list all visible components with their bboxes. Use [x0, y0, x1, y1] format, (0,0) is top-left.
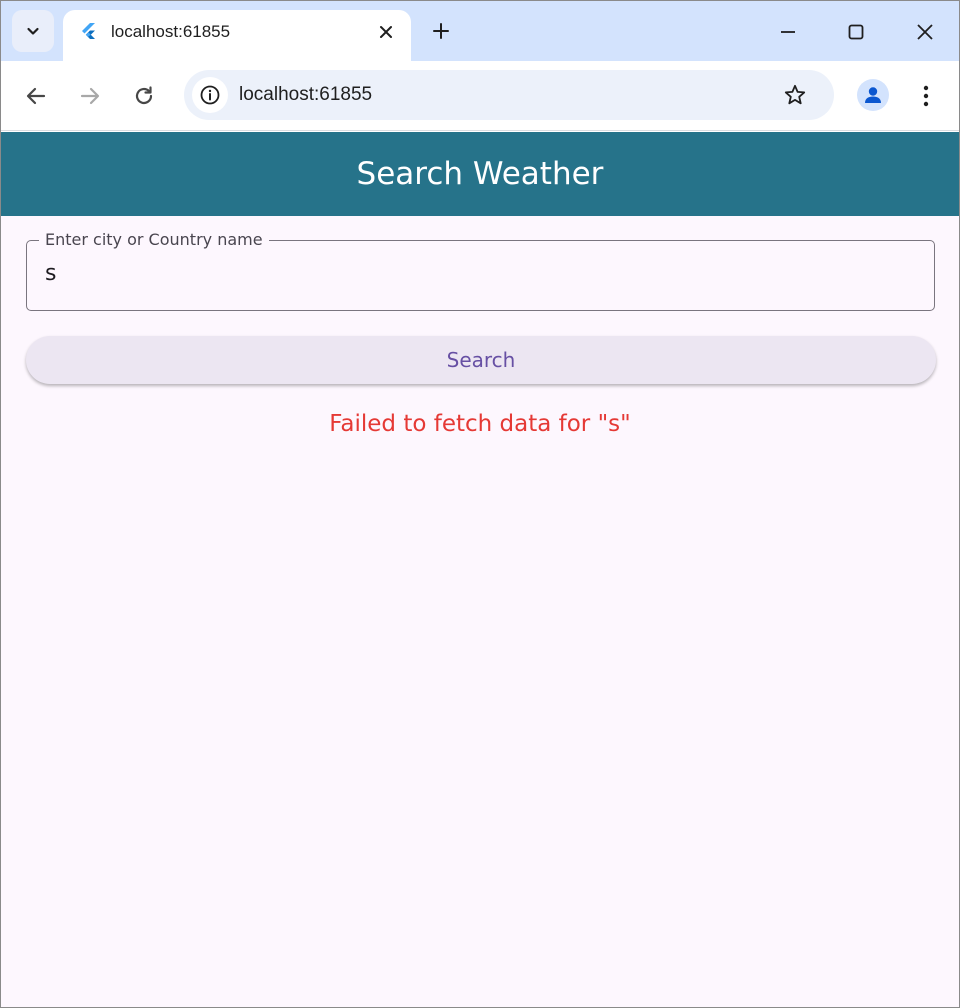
browser-window: localhost:61855 localhost:61855 Search W… [0, 0, 960, 1008]
active-tab[interactable]: localhost:61855 [63, 10, 411, 61]
reload-icon [135, 86, 153, 105]
arrow-right-icon [80, 87, 100, 105]
app-viewport: Search Weather Enter city or Country nam… [1, 132, 959, 1007]
info-icon [200, 85, 220, 105]
minimize-icon [781, 31, 795, 33]
tab-search-button[interactable] [12, 10, 54, 52]
search-button[interactable]: Search [26, 336, 936, 384]
window-close-button[interactable] [908, 15, 942, 49]
plus-icon [433, 23, 449, 39]
new-tab-button[interactable] [427, 17, 455, 45]
tab-title: localhost:61855 [111, 22, 231, 41]
person-icon [865, 87, 881, 103]
star-icon [784, 84, 806, 105]
page-title: Search Weather [356, 156, 604, 192]
url-text: localhost:61855 [239, 84, 373, 105]
close-icon [380, 26, 392, 38]
app-bar: Search Weather [1, 132, 959, 216]
back-button[interactable] [18, 78, 54, 114]
city-search-field[interactable]: Enter city or Country name [26, 230, 935, 311]
site-info-button[interactable] [192, 77, 228, 113]
error-message: Failed to fetch data for "s" [329, 411, 631, 437]
chevron-down-icon [27, 27, 39, 35]
maximize-button[interactable] [839, 15, 873, 49]
browser-toolbar: localhost:61855 [1, 61, 959, 131]
minimize-button[interactable] [771, 15, 805, 49]
bookmark-button[interactable] [781, 81, 809, 109]
more-vertical-icon [923, 85, 929, 107]
close-icon [917, 24, 933, 40]
city-search-input[interactable] [45, 261, 905, 286]
tab-strip: localhost:61855 [1, 1, 959, 61]
reload-button[interactable] [126, 78, 162, 114]
city-search-label: Enter city or Country name [39, 230, 269, 249]
address-bar[interactable]: localhost:61855 [184, 70, 834, 120]
tab-close-button[interactable] [375, 21, 397, 43]
flutter-icon [82, 23, 95, 39]
maximize-icon [848, 24, 864, 40]
profile-button[interactable] [857, 79, 889, 111]
search-button-label: Search [446, 348, 516, 372]
arrow-left-icon [26, 87, 46, 105]
browser-menu-button[interactable] [911, 78, 941, 114]
forward-button[interactable] [72, 78, 108, 114]
